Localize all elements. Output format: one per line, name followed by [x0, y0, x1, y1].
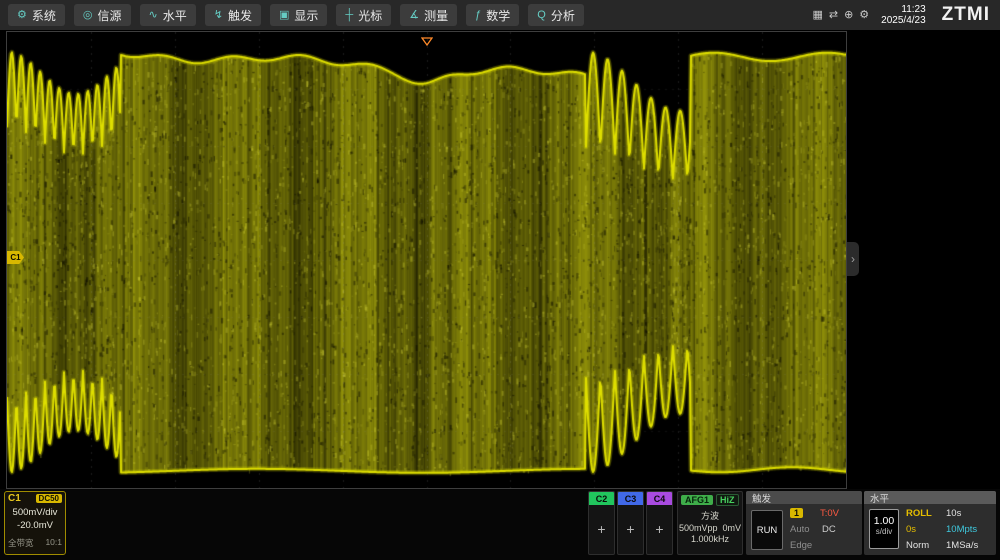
menu-display-button[interactable]: 显示 [270, 4, 327, 26]
menu-analyze-button[interactable]: 分析 [528, 4, 584, 26]
trigger-source-badge: 1 [790, 508, 803, 518]
menu-label: 信源 [98, 7, 122, 24]
clock-time: 11:23 [881, 4, 926, 15]
trigger-type: Edge [790, 540, 812, 551]
network-icon[interactable] [844, 10, 853, 21]
timebase-scale-unit: s/div [870, 527, 898, 536]
source-icon [83, 10, 93, 21]
channel-c2-label: C2 [589, 492, 614, 505]
vertical-scale-value: 500mV/div [5, 507, 65, 518]
channel-c3-panel[interactable]: C3 + [617, 491, 644, 555]
channel-c3-label: C3 [618, 492, 643, 505]
usb-icon[interactable] [829, 10, 838, 21]
clock: 11:23 2025/4/23 [881, 4, 926, 26]
settings-icon[interactable] [859, 10, 869, 21]
bandwidth-label: 全带宽 [8, 537, 34, 549]
menu-label: 系统 [32, 7, 56, 24]
timebase-scale-button[interactable]: 1.00 s/div [869, 509, 899, 549]
math-icon [475, 10, 481, 21]
time-window: 10s [946, 508, 961, 519]
afg-impedance-badge: HiZ [716, 494, 739, 506]
menu-system-button[interactable]: 系统 [8, 4, 65, 26]
timebase-scale-value: 1.00 [870, 515, 898, 527]
afg-panel[interactable]: AFG1 HiZ 方波 500mVpp 0mV 1.000kHz [677, 491, 743, 555]
menu-horizontal-button[interactable]: 水平 [140, 4, 196, 26]
menu-label: 水平 [163, 7, 187, 24]
afg-offset: 0mV [723, 523, 742, 533]
trigger-position-marker[interactable] [421, 33, 433, 42]
gear-icon [17, 10, 27, 21]
menu-math-button[interactable]: 数学 [466, 4, 519, 26]
trigger-panel[interactable]: 触发 RUN 1 T:0V Auto DC Edge [746, 491, 862, 555]
side-panel-collapse-tab[interactable]: › [847, 242, 859, 276]
waveform-canvas[interactable] [7, 32, 846, 488]
trigger-icon [214, 10, 223, 21]
sample-mode: Norm [906, 540, 929, 551]
cursor-icon [345, 10, 353, 21]
sample-rate: 1MSa/s [946, 540, 978, 551]
menu-group: 系统 信源 水平 触发 显示 光标 测量 数学 分析 [8, 4, 584, 26]
coupling-badge: DC50 [36, 494, 62, 503]
trigger-triangle-icon [421, 37, 433, 46]
horizontal-delay: 0s [906, 524, 916, 535]
trigger-level-value: T:0V [820, 508, 839, 519]
channel-c4-label: C4 [647, 492, 672, 505]
channel-c2-panel[interactable]: C2 + [588, 491, 615, 555]
menu-label: 数学 [486, 7, 510, 24]
trigger-panel-title: 触发 [746, 491, 862, 504]
menu-trigger-button[interactable]: 触发 [205, 4, 261, 26]
channel-c1-panel[interactable]: C1 DC50 500mV/div -20.0mV 全带宽 10:1 [4, 491, 66, 555]
channel-c1-label: C1 [8, 493, 21, 504]
memory-depth: 10Mpts [946, 524, 977, 535]
topbar-right-cluster: 11:23 2025/4/23 ZTMI [812, 4, 990, 26]
horizontal-wave-icon [149, 10, 158, 21]
run-status-button[interactable]: RUN [751, 510, 783, 550]
afg-label: AFG1 [681, 495, 713, 505]
horizontal-panel-title: 水平 [864, 491, 996, 504]
afg-amplitude: 500mVpp [679, 523, 718, 533]
magnifier-icon [537, 10, 546, 21]
trigger-sweep-mode: Auto [790, 524, 810, 535]
vertical-offset-value: -20.0mV [5, 520, 65, 531]
afg-header: AFG1 HiZ [678, 492, 742, 508]
clock-date: 2025/4/23 [881, 15, 926, 26]
channel-c1-header: C1 DC50 [5, 492, 65, 505]
measure-icon [409, 10, 419, 21]
menu-label: 显示 [294, 7, 318, 24]
channel-c4-panel[interactable]: C4 + [646, 491, 673, 555]
channel-c1-footer: 全带宽 10:1 [8, 537, 62, 549]
trigger-coupling: DC [822, 524, 836, 535]
menu-cursor-button[interactable]: 光标 [336, 4, 391, 26]
channel-c2-enable-button[interactable]: + [589, 505, 614, 553]
menu-measure-button[interactable]: 测量 [400, 4, 457, 26]
menu-label: 触发 [228, 7, 252, 24]
afg-wave-type: 方波 [678, 509, 742, 522]
status-bar: C1 DC50 500mV/div -20.0mV 全带宽 10:1 C2 + … [0, 489, 1000, 560]
channel-c3-enable-button[interactable]: + [618, 505, 643, 553]
waveform-display[interactable]: C1 [6, 31, 847, 489]
brand-logo: ZTMI [942, 4, 990, 26]
afg-frequency: 1.000kHz [678, 534, 742, 544]
top-menu-bar: 系统 信源 水平 触发 显示 光标 测量 数学 分析 [0, 0, 1000, 30]
display-icon [279, 10, 289, 21]
probe-ratio-label: 10:1 [45, 537, 62, 549]
acquisition-mode: ROLL [906, 508, 932, 519]
menu-label: 分析 [551, 7, 575, 24]
status-icon-group [812, 10, 869, 21]
screen-icon[interactable] [812, 10, 822, 21]
channel-c4-enable-button[interactable]: + [647, 505, 672, 553]
horizontal-panel[interactable]: 水平 1.00 s/div ROLL 10s 0s 10Mpts Norm 1M… [864, 491, 996, 555]
afg-amplitude-row: 500mVpp 0mV [678, 523, 742, 533]
menu-label: 光标 [358, 7, 382, 24]
menu-label: 测量 [424, 7, 448, 24]
menu-source-button[interactable]: 信源 [74, 4, 131, 26]
